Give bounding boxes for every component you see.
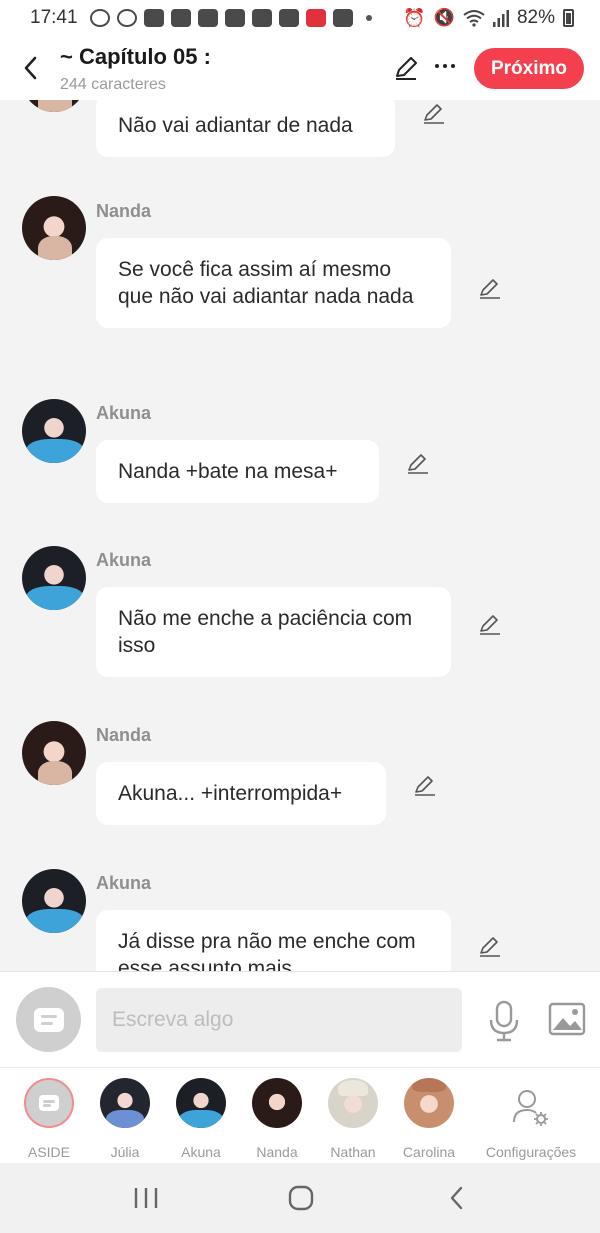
sender-name: Akuna <box>96 550 152 570</box>
system-nav-bar <box>0 1163 600 1233</box>
avatar[interactable] <box>22 721 86 785</box>
image-icon[interactable] <box>548 1002 586 1036</box>
whatsapp-icon <box>89 9 110 27</box>
chat-area[interactable]: Não vai adiantar de nada Nanda Se você f… <box>0 100 600 971</box>
home-icon[interactable] <box>286 1185 316 1211</box>
aside-icon <box>24 1078 74 1128</box>
sender-name: Nanda <box>96 201 152 221</box>
sender-name: Nanda <box>96 725 152 745</box>
status-time: 17:41 <box>30 7 78 28</box>
message-bubble[interactable]: Já disse pra não me enche com esse assun… <box>96 910 451 971</box>
more-notifications-dot <box>365 15 372 21</box>
battery-icon <box>563 9 574 27</box>
avatar[interactable] <box>22 869 86 933</box>
sender-name: Akuna <box>96 873 152 893</box>
edit-icon[interactable] <box>392 54 420 82</box>
tab-aside[interactable]: ASIDE <box>9 1078 89 1160</box>
avatar[interactable] <box>22 546 86 610</box>
tab-nanda[interactable]: Nanda <box>237 1078 317 1160</box>
avatar <box>252 1078 302 1128</box>
composer-bar <box>0 971 600 1067</box>
tab-label: Nathan <box>330 1144 376 1160</box>
status-bar: 17:41 ⏰ 🔇 82% <box>0 0 600 36</box>
youtube-icon <box>224 9 245 27</box>
avatar <box>176 1078 226 1128</box>
message-bubble[interactable]: Não me enche a paciência com isso <box>96 587 451 677</box>
message-icon <box>39 1095 59 1111</box>
message-input[interactable] <box>96 988 462 1052</box>
next-button[interactable]: Próximo <box>474 48 584 89</box>
battery-level: 82% <box>516 7 555 28</box>
character-bar: ASIDE Júlia Akuna Nanda Nathan Carolina … <box>0 1067 600 1163</box>
tab-label: Júlia <box>110 1144 140 1160</box>
nav-back-icon[interactable] <box>443 1185 473 1211</box>
tab-carolina[interactable]: Carolina <box>389 1078 469 1160</box>
edit-icon[interactable] <box>422 101 446 125</box>
chapter-header: ~ Capítulo 05 : 244 caracteres Próximo <box>0 36 600 100</box>
message-bubble[interactable]: Akuna... +interrompida+ <box>96 762 386 825</box>
youtube-icon <box>278 9 299 27</box>
tab-julia[interactable]: Júlia <box>85 1078 165 1160</box>
edit-icon[interactable] <box>413 773 437 797</box>
app-notification-icon <box>332 9 353 27</box>
edit-icon[interactable] <box>478 612 502 636</box>
sender-name: Akuna <box>96 403 152 423</box>
twitter-icon <box>143 9 164 27</box>
settings-button[interactable]: Configurações <box>486 1078 576 1160</box>
character-count: 244 caracteres <box>60 76 166 93</box>
edit-icon[interactable] <box>406 451 430 475</box>
alarm-icon: ⏰ <box>403 7 426 28</box>
notification-icons <box>89 9 372 27</box>
edit-icon[interactable] <box>478 934 502 958</box>
avatar <box>328 1078 378 1128</box>
mic-icon[interactable] <box>488 1000 520 1042</box>
instagram-icon <box>116 9 137 27</box>
tab-akuna[interactable]: Akuna <box>161 1078 241 1160</box>
youtube-icon <box>197 9 218 27</box>
avatar <box>100 1078 150 1128</box>
wifi-icon <box>463 10 485 27</box>
youtube-icon <box>251 9 272 27</box>
back-icon[interactable] <box>20 54 42 82</box>
tab-label: Akuna <box>181 1144 221 1160</box>
tab-label: Nanda <box>256 1144 298 1160</box>
edit-icon[interactable] <box>478 276 502 300</box>
aside-button[interactable] <box>16 987 81 1052</box>
mute-icon: 🔇 <box>433 8 455 27</box>
message-bubble[interactable]: Nanda +bate na mesa+ <box>96 440 379 503</box>
avatar[interactable] <box>22 399 86 463</box>
settings-user-icon <box>513 1090 548 1126</box>
tab-label: Configurações <box>485 1144 577 1160</box>
message-bubble[interactable]: Não vai adiantar de nada <box>96 100 395 157</box>
tab-nathan[interactable]: Nathan <box>313 1078 393 1160</box>
system-indicators: ⏰ 🔇 82% <box>403 7 574 29</box>
more-icon[interactable] <box>432 52 458 80</box>
avatar[interactable] <box>22 196 86 260</box>
tab-label: ASIDE <box>27 1144 70 1160</box>
avatar <box>404 1078 454 1128</box>
chapter-title: ~ Capítulo 05 : <box>60 44 211 69</box>
signal-icon <box>492 10 509 27</box>
tab-label: Carolina <box>402 1144 456 1160</box>
recent-apps-icon[interactable] <box>131 1185 161 1211</box>
message-icon <box>34 1008 64 1032</box>
youtube-icon <box>170 9 191 27</box>
mangatoon-icon <box>305 9 326 27</box>
message-bubble[interactable]: Se você fica assim aí mesmo que não vai … <box>96 238 451 328</box>
avatar[interactable] <box>22 100 86 112</box>
